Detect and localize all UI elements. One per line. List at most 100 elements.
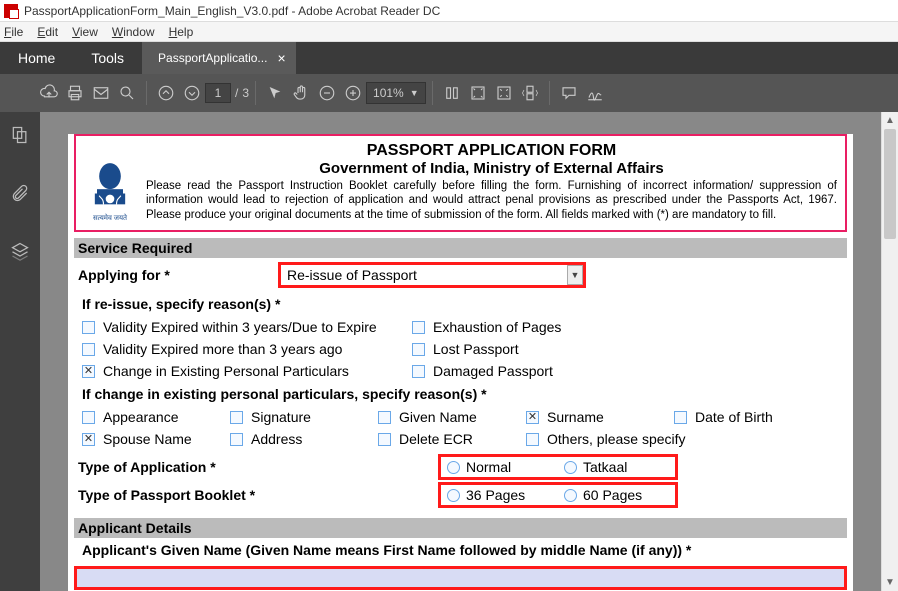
given-name-input[interactable] xyxy=(74,566,847,590)
booklet-60-radio[interactable] xyxy=(564,489,577,502)
fit-page-icon[interactable] xyxy=(465,80,491,106)
menubar: File Edit View Window Help xyxy=(0,22,898,42)
change-option: Address xyxy=(226,428,374,450)
reissue-option: Damaged Passport xyxy=(408,360,738,382)
left-panel xyxy=(0,112,40,591)
checkbox-label: Address xyxy=(251,431,302,447)
attachments-icon[interactable] xyxy=(9,182,31,204)
change-option: Others, please specify xyxy=(522,428,822,450)
type-booklet-group: 36 Pages 60 Pages xyxy=(438,482,678,508)
checkbox[interactable] xyxy=(412,343,425,356)
vertical-scrollbar[interactable]: ▲ ▼ xyxy=(881,112,898,591)
window-title: PassportApplicationForm_Main_English_V3.… xyxy=(24,4,440,18)
page-indicator: / 3 xyxy=(205,83,249,103)
checkbox-label: Change in Existing Personal Particulars xyxy=(103,363,349,379)
zoom-value: 101% xyxy=(373,86,404,100)
tab-tools[interactable]: Tools xyxy=(73,42,142,74)
checkbox[interactable] xyxy=(230,411,243,424)
change-option: Signature xyxy=(226,406,374,428)
checkbox[interactable] xyxy=(82,343,95,356)
checkbox-label: Signature xyxy=(251,409,311,425)
reissue-option: Lost Passport xyxy=(408,338,738,360)
checkbox-label: Damaged Passport xyxy=(433,363,553,379)
tab-document[interactable]: PassportApplicatio... × xyxy=(142,42,296,74)
reissue-option: ✕ Change in Existing Personal Particulars xyxy=(78,360,408,382)
checkbox[interactable] xyxy=(230,433,243,446)
checkbox-label: Lost Passport xyxy=(433,341,519,357)
change-option: ✕ Spouse Name xyxy=(78,428,226,450)
given-name-label: Applicant's Given Name (Given Name means… xyxy=(74,538,847,562)
thumbnails-icon[interactable] xyxy=(9,124,31,146)
page-down-icon[interactable] xyxy=(179,80,205,106)
scroll-down-icon[interactable]: ▼ xyxy=(882,574,898,591)
section-applicant-details: Applicant Details xyxy=(74,518,847,538)
hand-tool-icon[interactable] xyxy=(288,80,314,106)
menu-window[interactable]: Window xyxy=(112,25,155,39)
checkbox[interactable] xyxy=(412,365,425,378)
tab-close-icon[interactable]: × xyxy=(277,50,285,66)
zoom-out-icon[interactable] xyxy=(314,80,340,106)
type-app-normal-radio[interactable] xyxy=(447,461,460,474)
applying-for-label: Applying for * xyxy=(78,267,278,283)
checkbox[interactable] xyxy=(412,321,425,334)
reissue-option: Exhaustion of Pages xyxy=(408,316,738,338)
scroll-up-icon[interactable]: ▲ xyxy=(882,112,898,129)
menu-help[interactable]: Help xyxy=(169,25,194,39)
checkbox[interactable] xyxy=(82,411,95,424)
page-total: 3 xyxy=(242,86,249,100)
type-app-tatkaal-radio[interactable] xyxy=(564,461,577,474)
change-option: Date of Birth xyxy=(670,406,818,428)
checkbox[interactable]: ✕ xyxy=(82,433,95,446)
checkbox[interactable] xyxy=(378,433,391,446)
change-option: Delete ECR xyxy=(374,428,522,450)
form-subtitle: Government of India, Ministry of Externa… xyxy=(146,160,837,177)
checkbox-label: Validity Expired more than 3 years ago xyxy=(103,341,342,357)
form-title: PASSPORT APPLICATION FORM xyxy=(146,142,837,160)
type-booklet-label: Type of Passport Booklet * xyxy=(78,487,398,503)
zoom-select[interactable]: 101% ▼ xyxy=(366,82,426,104)
toolbar: / 3 101% ▼ xyxy=(0,74,898,112)
sign-icon[interactable] xyxy=(582,80,608,106)
menu-edit[interactable]: Edit xyxy=(37,25,58,39)
checkbox-label: Spouse Name xyxy=(103,431,192,447)
select-tool-icon[interactable] xyxy=(262,80,288,106)
page-up-icon[interactable] xyxy=(153,80,179,106)
save-cloud-icon[interactable] xyxy=(36,80,62,106)
checkbox[interactable] xyxy=(674,411,687,424)
checkbox[interactable] xyxy=(526,433,539,446)
document-area: सत्यमेव जयते PASSPORT APPLICATION FORM G… xyxy=(40,112,881,591)
checkbox-label: Others, please specify xyxy=(547,431,686,447)
fit-width-icon[interactable] xyxy=(491,80,517,106)
change-option: Given Name xyxy=(374,406,522,428)
layers-icon[interactable] xyxy=(9,240,31,262)
scroll-mode-icon[interactable] xyxy=(517,80,543,106)
zoom-in-icon[interactable] xyxy=(340,80,366,106)
email-icon[interactable] xyxy=(88,80,114,106)
titlebar: PassportApplicationForm_Main_English_V3.… xyxy=(0,0,898,22)
applying-for-dropdown[interactable]: Re-issue of Passport ▼ xyxy=(278,262,586,288)
search-icon[interactable] xyxy=(114,80,140,106)
type-app-tatkaal-label: Tatkaal xyxy=(583,459,627,475)
booklet-36-radio[interactable] xyxy=(447,489,460,502)
change-option: ✕Surname xyxy=(522,406,670,428)
checkbox[interactable] xyxy=(378,411,391,424)
print-icon[interactable] xyxy=(62,80,88,106)
reading-mode-icon[interactable] xyxy=(439,80,465,106)
type-app-group: Normal Tatkaal xyxy=(438,454,678,480)
checkbox[interactable] xyxy=(82,321,95,334)
comment-icon[interactable] xyxy=(556,80,582,106)
form-header: सत्यमेव जयते PASSPORT APPLICATION FORM G… xyxy=(74,134,847,232)
page-number-input[interactable] xyxy=(205,83,231,103)
checkbox[interactable]: ✕ xyxy=(82,365,95,378)
menu-view[interactable]: View xyxy=(72,25,98,39)
change-option: Appearance xyxy=(78,406,226,428)
national-emblem: सत्यमेव जयते xyxy=(84,142,136,222)
checkbox[interactable]: ✕ xyxy=(526,411,539,424)
pdf-page: सत्यमेव जयते PASSPORT APPLICATION FORM G… xyxy=(68,134,853,591)
tab-home[interactable]: Home xyxy=(0,42,73,74)
checkbox-label: Validity Expired within 3 years/Due to E… xyxy=(103,319,377,335)
menu-file[interactable]: File xyxy=(4,25,23,39)
chevron-down-icon: ▼ xyxy=(567,265,583,285)
checkbox-label: Delete ECR xyxy=(399,431,473,447)
scroll-thumb[interactable] xyxy=(884,129,896,239)
